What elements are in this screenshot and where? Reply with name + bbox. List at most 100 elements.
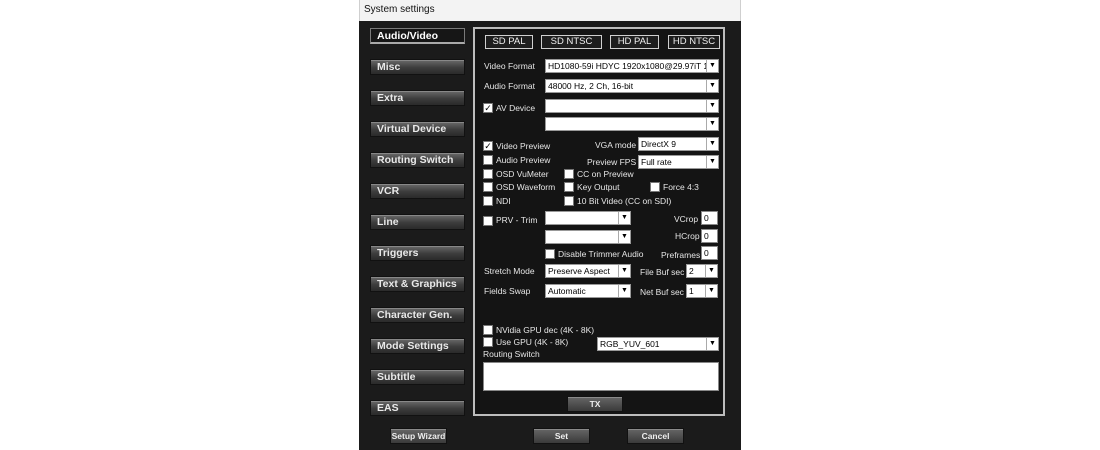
cc-on-preview-label: CC on Preview [577, 169, 634, 179]
video-preview-label: Video Preview [496, 141, 551, 151]
hd-ntsc-button[interactable]: HD NTSC [668, 35, 720, 49]
vcrop-label: VCrop [674, 214, 699, 224]
prv-trim-checkbox[interactable] [483, 216, 493, 226]
preview-fps-value: Full rate [641, 157, 672, 167]
stretch-mode-select[interactable]: Preserve Aspect ▼ [545, 264, 631, 278]
window-title: System settings [364, 4, 435, 15]
sd-ntsc-button[interactable]: SD NTSC [541, 35, 602, 49]
key-output-label: Key Output [577, 182, 620, 192]
sidebar-item-audio-video[interactable]: Audio/Video [370, 28, 465, 44]
preview-fps-select[interactable]: Full rate ▼ [638, 155, 719, 169]
tx-button[interactable]: TX [567, 396, 623, 412]
audio-preview-checkbox[interactable] [483, 155, 493, 165]
file-buf-label: File Buf sec [640, 267, 685, 277]
video-format-value: HD1080-59i HDYC 1920x1080@29.97iT 16:9 [548, 61, 719, 71]
sidebar-item-virtual-device[interactable]: Virtual Device [370, 121, 465, 137]
chevron-down-icon: ▼ [706, 60, 718, 72]
chevron-down-icon: ▼ [706, 118, 718, 130]
av-device-label: AV Device [496, 103, 536, 113]
ten-bit-label: 10 Bit Video (CC on SDI) [577, 196, 672, 206]
cancel-button[interactable]: Cancel [627, 428, 684, 444]
av-device-select-1[interactable]: ▼ [545, 99, 719, 113]
net-buf-select[interactable]: 1 ▼ [686, 284, 718, 298]
force-43-checkbox[interactable] [650, 182, 660, 192]
nvidia-gpu-checkbox[interactable] [483, 325, 493, 335]
chevron-down-icon: ▼ [706, 156, 718, 168]
sd-pal-button[interactable]: SD PAL [485, 35, 533, 49]
setup-wizard-button[interactable]: Setup Wizard [390, 428, 447, 444]
sidebar-item-routing-switch[interactable]: Routing Switch [370, 152, 465, 168]
preframes-label: Preframes [661, 250, 701, 260]
gpu-color-value: RGB_YUV_601 [600, 339, 660, 349]
hd-pal-button[interactable]: HD PAL [610, 35, 659, 49]
chevron-down-icon: ▼ [706, 80, 718, 92]
cc-on-preview-checkbox[interactable] [564, 169, 574, 179]
chevron-down-icon: ▼ [706, 138, 718, 150]
audio-format-select[interactable]: 48000 Hz, 2 Ch, 16-bit ▼ [545, 79, 719, 93]
vga-mode-value: DirectX 9 [641, 139, 676, 149]
fields-swap-label: Fields Swap [484, 286, 531, 296]
vga-mode-select[interactable]: DirectX 9 ▼ [638, 137, 719, 151]
title-bar: System settings [359, 0, 741, 21]
audio-format-label: Audio Format [484, 81, 536, 91]
chevron-down-icon: ▼ [705, 285, 717, 297]
chevron-down-icon: ▼ [706, 338, 718, 350]
osd-waveform-checkbox[interactable] [483, 182, 493, 192]
vga-mode-label: VGA mode [595, 140, 637, 150]
vcrop-input[interactable]: 0 [701, 211, 718, 225]
hcrop-input[interactable]: 0 [701, 229, 718, 243]
file-buf-value: 2 [689, 266, 694, 276]
av-device-checkbox[interactable]: ✓ [483, 103, 493, 113]
osd-vumeter-checkbox[interactable] [483, 169, 493, 179]
force-43-label: Force 4:3 [663, 182, 699, 192]
video-format-select[interactable]: HD1080-59i HDYC 1920x1080@29.97iT 16:9 ▼ [545, 59, 719, 73]
sidebar-item-line[interactable]: Line [370, 214, 465, 230]
key-output-checkbox[interactable] [564, 182, 574, 192]
sidebar-item-eas[interactable]: EAS [370, 400, 465, 416]
audio-format-value: 48000 Hz, 2 Ch, 16-bit [548, 81, 634, 91]
video-preview-checkbox[interactable]: ✓ [483, 141, 493, 151]
ten-bit-checkbox[interactable] [564, 196, 574, 206]
chevron-down-icon: ▼ [705, 265, 717, 277]
stretch-mode-value: Preserve Aspect [548, 266, 610, 276]
prv-trim-select-1[interactable]: ▼ [545, 211, 631, 225]
osd-waveform-label: OSD Waveform [496, 182, 556, 192]
chevron-down-icon: ▼ [618, 212, 630, 224]
fields-swap-value: Automatic [548, 286, 586, 296]
sidebar-item-subtitle[interactable]: Subtitle [370, 369, 465, 385]
ndi-checkbox[interactable] [483, 196, 493, 206]
ndi-label: NDI [496, 196, 511, 206]
av-device-select-2[interactable]: ▼ [545, 117, 719, 131]
sidebar-item-text-graphics[interactable]: Text & Graphics [370, 276, 465, 292]
hcrop-label: HCrop [675, 231, 700, 241]
disable-trimmer-audio-label: Disable Trimmer Audio [558, 249, 644, 259]
sidebar-item-misc[interactable]: Misc [370, 59, 465, 75]
sidebar-item-vcr[interactable]: VCR [370, 183, 465, 199]
preframes-input[interactable]: 0 [701, 246, 718, 260]
prv-trim-label: PRV - Trim [496, 215, 538, 225]
osd-vumeter-label: OSD VuMeter [496, 169, 549, 179]
video-format-label: Video Format [484, 61, 535, 71]
sidebar-item-character-gen[interactable]: Character Gen. [370, 307, 465, 323]
sidebar-item-triggers[interactable]: Triggers [370, 245, 465, 261]
set-button[interactable]: Set [533, 428, 590, 444]
chevron-down-icon: ▼ [618, 265, 630, 277]
chevron-down-icon: ▼ [618, 231, 630, 243]
audio-preview-label: Audio Preview [496, 155, 551, 165]
disable-trimmer-audio-checkbox[interactable] [545, 249, 555, 259]
file-buf-select[interactable]: 2 ▼ [686, 264, 718, 278]
sidebar-item-mode-settings[interactable]: Mode Settings [370, 338, 465, 354]
net-buf-label: Net Buf sec [640, 287, 684, 297]
routing-switch-input[interactable] [483, 362, 719, 391]
prv-trim-select-2[interactable]: ▼ [545, 230, 631, 244]
gpu-color-select[interactable]: RGB_YUV_601 ▼ [597, 337, 719, 351]
net-buf-value: 1 [689, 286, 694, 296]
chevron-down-icon: ▼ [706, 100, 718, 112]
use-gpu-checkbox[interactable] [483, 337, 493, 347]
stretch-mode-label: Stretch Mode [484, 266, 535, 276]
nvidia-gpu-label: NVidia GPU dec (4K - 8K) [496, 325, 595, 335]
fields-swap-select[interactable]: Automatic ▼ [545, 284, 631, 298]
preview-fps-label: Preview FPS [587, 157, 637, 167]
routing-switch-label: Routing Switch [483, 349, 540, 359]
sidebar-item-extra[interactable]: Extra [370, 90, 465, 106]
